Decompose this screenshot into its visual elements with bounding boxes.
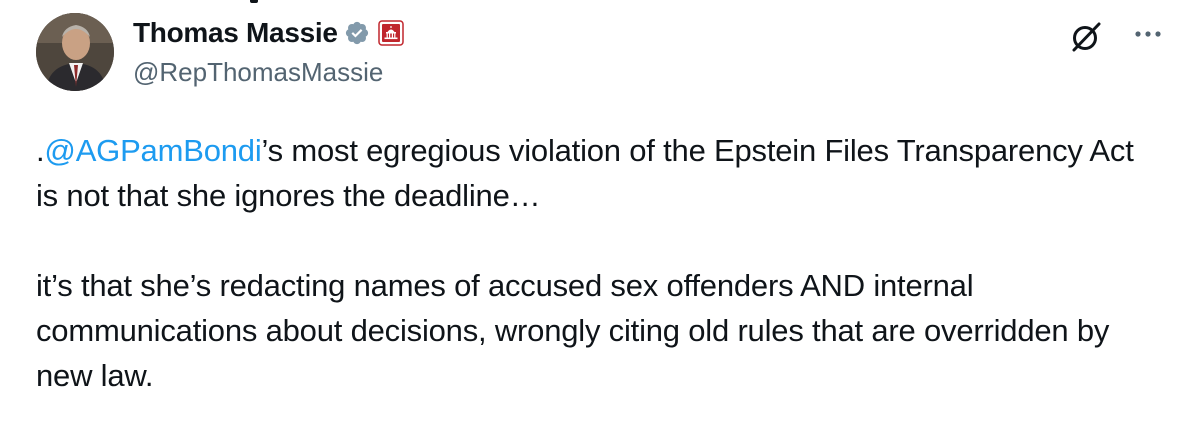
author-display-name[interactable]: Thomas Massie	[133, 17, 338, 49]
tweet-paragraph-1: .@AGPamBondi’s most egregious violation …	[36, 128, 1146, 218]
grok-icon[interactable]	[1068, 19, 1104, 55]
mention-link[interactable]: @AGPamBondi	[44, 133, 261, 168]
author-name-row: Thomas Massie	[133, 15, 404, 51]
tweet-body: .@AGPamBondi’s most egregious violation …	[36, 128, 1146, 398]
us-capitol-icon[interactable]	[377, 20, 404, 46]
author-handle[interactable]: @RepThomasMassie	[133, 57, 383, 88]
more-dots-icon[interactable]	[1130, 24, 1166, 44]
tweet-paragraph-2: it’s that she’s redacting names of accus…	[36, 268, 1110, 393]
tweet-card: Thomas Massie @RepThomasMassie .@AGPamBo…	[0, 0, 1188, 432]
thread-connector	[250, 0, 258, 3]
verified-badge-icon[interactable]	[344, 20, 370, 46]
avatar[interactable]	[36, 13, 114, 91]
